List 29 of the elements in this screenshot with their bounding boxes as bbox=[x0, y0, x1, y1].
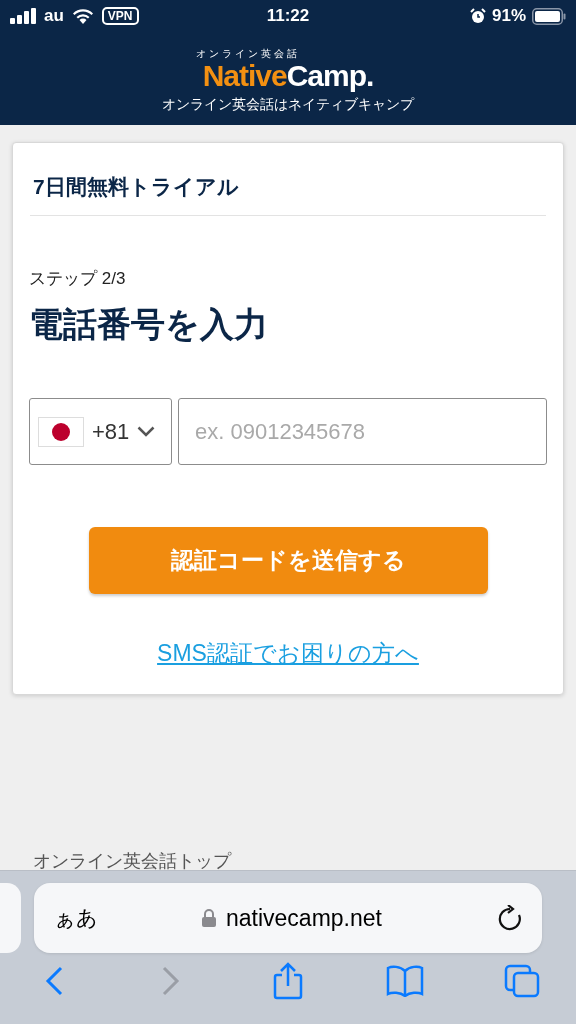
tabs-icon[interactable] bbox=[504, 964, 540, 998]
lock-icon bbox=[202, 909, 216, 927]
carrier-label: au bbox=[44, 5, 64, 28]
footer-link[interactable]: オンライン英会話トップ bbox=[33, 851, 231, 871]
chevron-down-icon bbox=[137, 426, 156, 437]
logo-kicker: オンライン英会話 bbox=[196, 48, 301, 60]
signal-icon bbox=[10, 8, 36, 24]
country-code-select[interactable]: +81 bbox=[29, 398, 172, 465]
wifi-icon bbox=[71, 8, 94, 24]
japan-flag-icon bbox=[38, 416, 84, 447]
header-tagline: オンライン英会話はネイティブキャンプ bbox=[162, 95, 414, 114]
card-title: 7日間無料トライアル bbox=[32, 174, 240, 200]
step-label: ステップ 2/3 bbox=[29, 268, 127, 290]
battery-percent: 91% bbox=[491, 5, 526, 28]
reload-icon[interactable] bbox=[498, 905, 522, 931]
alarm-icon bbox=[469, 8, 486, 24]
address-bar[interactable]: ぁあ nativecamp.net bbox=[34, 883, 542, 953]
url-text: nativecamp.net bbox=[226, 903, 382, 933]
share-icon[interactable] bbox=[273, 962, 303, 1000]
logo-camp: Camp. bbox=[286, 60, 374, 92]
battery-icon bbox=[532, 7, 566, 25]
book-icon[interactable] bbox=[386, 965, 424, 997]
back-icon[interactable] bbox=[45, 966, 63, 996]
page-heading: 電話番号を入力 bbox=[29, 304, 269, 344]
vpn-badge: VPN bbox=[101, 7, 139, 25]
clock: 11:22 bbox=[265, 5, 311, 28]
logo-native: Native bbox=[202, 60, 287, 92]
text-size-button[interactable]: ぁあ bbox=[54, 902, 98, 934]
phone-number-field[interactable]: ex. 09012345678 bbox=[178, 398, 547, 465]
